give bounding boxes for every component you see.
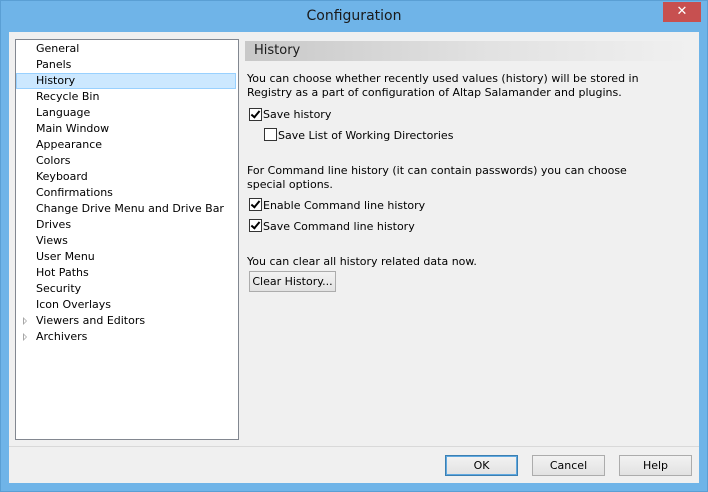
close-button[interactable]: ✕ — [663, 2, 701, 22]
section-header: History — [245, 41, 691, 61]
settings-tree[interactable]: General Panels History Recycle Bin Language M… — [15, 39, 239, 440]
tree-item-label: Change Drive Menu and Drive Bar — [36, 202, 224, 215]
enable-cmd-history-label[interactable]: Enable Command line history — [263, 199, 425, 212]
tree-item-label: Icon Overlays — [36, 298, 111, 311]
tree-item-label: Keyboard — [36, 170, 88, 183]
clear-history-button[interactable]: Clear History... — [249, 271, 336, 292]
section-title: History — [254, 43, 301, 58]
tree-item[interactable]: Change Drive Menu and Drive Bar — [16, 201, 238, 217]
close-icon: ✕ — [676, 4, 688, 19]
tree-item-label: Archivers — [36, 330, 88, 343]
ok-button[interactable]: OK — [445, 455, 518, 476]
title-bar[interactable]: Configuration ✕ — [1, 1, 707, 32]
save-cmd-history-label[interactable]: Save Command line history — [263, 220, 415, 233]
tree-item-label: Hot Paths — [36, 266, 89, 279]
expand-arrow-icon[interactable] — [23, 333, 27, 341]
tree-item[interactable]: General — [16, 41, 238, 57]
tree-item-label: Language — [36, 106, 91, 119]
footer-separator — [9, 446, 699, 447]
tree-item[interactable]: Viewers and Editors — [16, 313, 238, 329]
tree-item-label: Panels — [36, 58, 72, 71]
tree-item[interactable]: Recycle Bin — [16, 89, 238, 105]
tree-item[interactable]: Archivers — [16, 329, 238, 345]
tree-item[interactable]: Main Window — [16, 121, 238, 137]
tree-item-label: Drives — [36, 218, 72, 231]
tree-item[interactable]: Language — [16, 105, 238, 121]
tree-item[interactable]: Views — [16, 233, 238, 249]
tree-item[interactable]: Security — [16, 281, 238, 297]
enable-cmd-history-checkbox[interactable] — [249, 198, 262, 211]
tree-item[interactable]: Panels — [16, 57, 238, 73]
tree-item[interactable]: Colors — [16, 153, 238, 169]
tree-item-label: Colors — [36, 154, 71, 167]
tree-item[interactable]: User Menu — [16, 249, 238, 265]
clear-history-text: You can clear all history related data n… — [247, 255, 477, 268]
tree-item-label: Security — [36, 282, 82, 295]
tree-item[interactable]: Appearance — [16, 137, 238, 153]
configuration-dialog: Configuration ✕ General Panels History Recy… — [0, 0, 708, 492]
tree-item[interactable]: Confirmations — [16, 185, 238, 201]
intro-text-line1: You can choose whether recently used val… — [247, 72, 639, 85]
cmd-text-line2: special options. — [247, 178, 333, 191]
tree-item-label: History — [16, 73, 236, 89]
tree-item-label: Views — [36, 234, 68, 247]
dialog-client-area: General Panels History Recycle Bin Language M… — [9, 32, 699, 483]
help-button[interactable]: Help — [619, 455, 692, 476]
window-title: Configuration — [306, 8, 402, 24]
tree-item[interactable]: Hot Paths — [16, 265, 238, 281]
intro-text-line2: Registry as a part of configuration of A… — [247, 86, 622, 99]
save-working-dirs-label[interactable]: Save List of Working Directories — [278, 129, 453, 142]
tree-item-label: Main Window — [36, 122, 110, 135]
save-history-label[interactable]: Save history — [263, 108, 331, 121]
cancel-button[interactable]: Cancel — [532, 455, 605, 476]
tree-item[interactable]: Drives — [16, 217, 238, 233]
tree-item-label: User Menu — [36, 250, 95, 263]
tree-item-label: Confirmations — [36, 186, 113, 199]
tree-item-label: General — [36, 42, 80, 55]
tree-item[interactable]: Icon Overlays — [16, 297, 238, 313]
tree-item[interactable]: History — [16, 73, 238, 89]
tree-item-label: Recycle Bin — [36, 90, 100, 103]
save-history-checkbox[interactable] — [249, 108, 262, 121]
expand-arrow-icon[interactable] — [23, 317, 27, 325]
save-working-dirs-checkbox[interactable] — [264, 128, 277, 141]
tree-item[interactable]: Keyboard — [16, 169, 238, 185]
tree-item-label: Appearance — [36, 138, 103, 151]
cmd-text-line1: For Command line history (it can contain… — [247, 164, 627, 177]
save-cmd-history-checkbox[interactable] — [249, 219, 262, 232]
tree-item-label: Viewers and Editors — [36, 314, 146, 327]
